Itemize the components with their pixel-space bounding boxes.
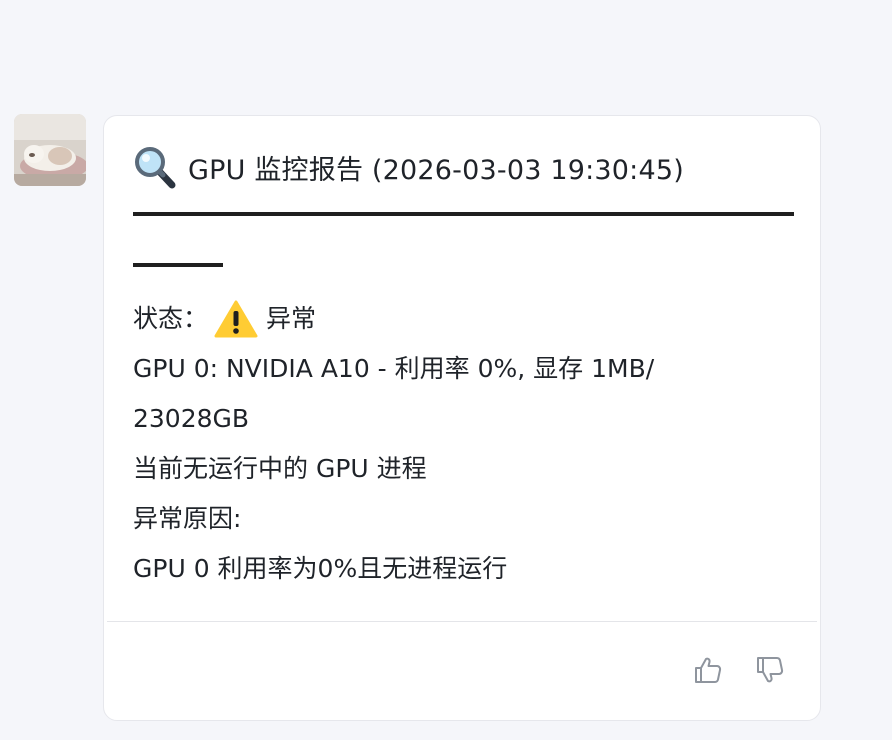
- thumbs-down-icon: [757, 657, 784, 683]
- warning-icon: [214, 300, 258, 338]
- reason-text: GPU 0 利用率为0%且无进程运行: [133, 554, 508, 583]
- report-title-row: GPU 监控报告 (2026-03-03 19:30:45): [133, 145, 684, 189]
- user-avatar[interactable]: [14, 114, 86, 186]
- status-label: 状态：: [133, 304, 209, 333]
- process-line: 当前无运行中的 GPU 进程: [133, 454, 427, 483]
- thumbs-up-icon: [695, 657, 722, 683]
- report-body: 状态： 异常 GPU 0: NVIDIA A10 - 利用率 0%, 显存 1M…: [133, 294, 773, 594]
- heading-rule: [133, 212, 794, 216]
- magnifier-icon: [135, 147, 176, 189]
- message-card: GPU 监控报告 (2026-03-03 19:30:45) 状态： 异常 GP…: [103, 115, 821, 721]
- status-value: 异常: [266, 304, 317, 333]
- report-title: GPU 监控报告 (2026-03-03 19:30:45): [188, 154, 684, 186]
- dislike-button[interactable]: [754, 654, 786, 686]
- footer-divider: [107, 621, 817, 622]
- avatar-image: [14, 114, 86, 186]
- status-line: 状态： 异常: [133, 294, 773, 344]
- like-button[interactable]: [692, 654, 724, 686]
- gpu-info-line-cont: 23028GB: [133, 404, 250, 433]
- heading-rule-tail: [133, 263, 223, 267]
- reason-label: 异常原因:: [133, 504, 242, 533]
- gpu-info-line: GPU 0: NVIDIA A10 - 利用率 0%, 显存 1MB/: [133, 354, 655, 383]
